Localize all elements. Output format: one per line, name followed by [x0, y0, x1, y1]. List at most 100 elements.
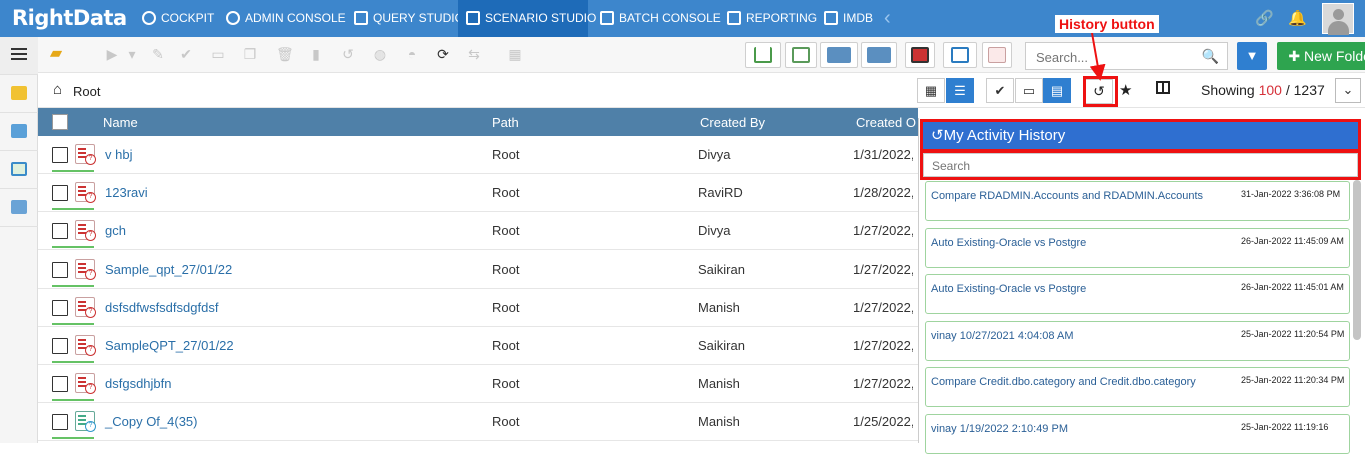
table-row[interactable]: v hbj Root Divya 1/31/2022, 6	[38, 136, 918, 174]
row-checkbox[interactable]	[52, 223, 68, 240]
row-checkbox[interactable]	[52, 185, 68, 202]
column-name[interactable]: Name	[103, 115, 138, 130]
screen-button[interactable]	[943, 42, 977, 68]
history-item-title[interactable]: Auto Existing-Oracle vs Postgre	[931, 237, 1231, 249]
row-checkbox[interactable]	[52, 147, 68, 163]
row-name-link[interactable]: dsfsdfwsfsdfsdgfdsf	[105, 300, 218, 315]
folder-view-button[interactable]: ▭	[1015, 78, 1043, 103]
sidebar-item-config[interactable]	[0, 189, 38, 227]
search-icon[interactable]: 🔍	[1202, 48, 1219, 65]
edit-icon[interactable]: ✎	[150, 46, 166, 62]
globe-icon[interactable]: ◍	[372, 46, 388, 62]
history-item[interactable]: Compare Credit.dbo.category and Credit.d…	[925, 367, 1350, 407]
checklist-button[interactable]	[785, 42, 817, 68]
table-row[interactable]: _Copy Of_4(35) Root Manish 1/25/2022, 1	[38, 403, 918, 442]
row-name-link[interactable]: SampleQPT_27/01/22	[105, 338, 234, 353]
history-item-title[interactable]: Compare RDADMIN.Accounts and RDADMIN.Acc…	[931, 190, 1231, 202]
report-button[interactable]	[905, 42, 935, 68]
detail-view-button[interactable]: ▤	[1043, 78, 1071, 103]
search-input[interactable]	[1034, 49, 1194, 66]
history-item-title[interactable]: Auto Existing-Oracle vs Postgre	[931, 283, 1231, 295]
history-item[interactable]: Compare RDADMIN.Accounts and RDADMIN.Acc…	[925, 181, 1350, 221]
sidebar-item-monitor[interactable]	[0, 151, 38, 189]
row-name-link[interactable]: v hbj	[105, 147, 132, 162]
row-checkbox[interactable]	[52, 338, 68, 354]
run-icon[interactable]: ▶	[104, 46, 120, 62]
avatar[interactable]	[1322, 3, 1354, 35]
expand-button[interactable]: ⌄	[1335, 78, 1361, 103]
share-icon[interactable]: ◓	[404, 46, 420, 62]
nav-imdb[interactable]: IMDB	[824, 0, 873, 37]
compare-db-button[interactable]	[820, 42, 858, 68]
sidebar-item-add-scenario[interactable]	[0, 113, 38, 151]
db-group-button[interactable]	[861, 42, 897, 68]
scheduler-button[interactable]	[745, 42, 781, 68]
nav-reporting[interactable]: REPORTING	[727, 0, 817, 37]
move-icon[interactable]: ▭	[210, 46, 226, 62]
chevron-left-icon[interactable]: ‹	[884, 8, 891, 28]
row-name-link[interactable]: Sample_qpt_27/01/22	[105, 262, 232, 277]
column-path[interactable]: Path	[492, 115, 519, 130]
row-checkbox[interactable]	[52, 376, 68, 393]
query-test-button[interactable]	[982, 42, 1012, 68]
table-row[interactable]: gch Root Divya 1/27/2022, 3	[38, 212, 918, 251]
row-checkbox[interactable]	[52, 261, 68, 278]
app-logo[interactable]: RightData	[12, 6, 127, 30]
row-checkbox[interactable]	[52, 299, 68, 316]
filter-button[interactable]: ▼	[1237, 42, 1267, 70]
row-name-link[interactable]: 123ravi	[105, 185, 148, 200]
history-scrollbar[interactable]	[1353, 180, 1361, 340]
run-dropdown-icon[interactable]: ▾	[124, 46, 140, 62]
list-view-button[interactable]: ☰	[946, 78, 974, 103]
new-folder-button[interactable]: ✚ New Folder	[1277, 42, 1365, 70]
nav-batch-console[interactable]: BATCH CONSOLE	[600, 0, 721, 37]
copy-icon[interactable]: ❐	[242, 46, 258, 62]
breadcrumb-root[interactable]: Root	[73, 84, 100, 99]
split-view-icon[interactable]	[1156, 81, 1170, 94]
column-created-by[interactable]: Created By	[700, 115, 765, 130]
delete-icon[interactable]: 🗑	[276, 46, 294, 62]
select-all-checkbox[interactable]	[52, 114, 68, 130]
table-row[interactable]: dsfsdfwsfsdfsdgfdsf Root Manish 1/27/2022, …	[38, 288, 918, 327]
history-search-input[interactable]	[930, 158, 1330, 174]
export-icon[interactable]: ▮	[308, 46, 324, 62]
menu-toggle[interactable]	[0, 37, 38, 75]
row-name-link[interactable]: _Copy Of_4(35)	[105, 414, 198, 429]
calendar-icon[interactable]: ▦	[504, 46, 526, 62]
table-row[interactable]: SampleQPT_27/01/22 Root Saikiran 1/27/2022,…	[38, 327, 918, 365]
history-item[interactable]: Auto Existing-Oracle vs Postgre 26-Jan-20…	[925, 227, 1350, 268]
row-created-by: Manish	[698, 414, 740, 430]
history-item-title[interactable]: Compare Credit.dbo.category and Credit.d…	[931, 376, 1231, 388]
row-name-link[interactable]: gch	[105, 223, 126, 238]
refresh-icon[interactable]: ⟳	[435, 46, 451, 62]
star-icon[interactable]: ★	[1119, 81, 1132, 99]
link-icon[interactable]: 🔗	[1255, 9, 1274, 27]
nav-scenario-studio[interactable]: SCENARIO STUDIO	[458, 0, 596, 37]
select-mode-button[interactable]: ✔	[986, 78, 1014, 103]
row-checkbox[interactable]	[52, 414, 68, 431]
sidebar-item-folders[interactable]	[0, 75, 38, 113]
bell-icon[interactable]: 🔔	[1288, 9, 1307, 27]
table-row[interactable]: Sample_qpt_27/01/22 Root Saikiran 1/27/2022…	[38, 250, 918, 289]
grid-icon: ▦	[924, 83, 938, 98]
table-row[interactable]: 123ravi Root RaviRD 1/28/2022, 1	[38, 174, 918, 213]
history-item[interactable]: Auto Existing-Oracle vs Postgre 26-Jan-20…	[925, 274, 1350, 314]
approve-icon[interactable]: ✔	[178, 46, 194, 62]
history-item-title[interactable]: vinay 10/27/2021 4:04:08 AM	[931, 330, 1231, 342]
row-name-link[interactable]: dsfgsdhjbfn	[105, 376, 172, 391]
swap-icon[interactable]: ⇆	[466, 46, 482, 62]
home-icon[interactable]: ⌂	[53, 81, 62, 98]
nav-admin-console[interactable]: ADMIN CONSOLE	[226, 0, 346, 37]
history-item[interactable]: vinay 10/27/2021 4:04:08 AM 25-Jan-2022 1…	[925, 320, 1350, 361]
table-row[interactable]: dsfgsdhjbfn Root Manish 1/27/2022, 1	[38, 365, 918, 404]
folder-tree-icon[interactable]: ▰	[48, 46, 64, 62]
grid-view-button[interactable]: ▦	[917, 78, 945, 103]
column-created-on[interactable]: Created O	[856, 115, 916, 130]
history-search[interactable]	[920, 150, 1361, 180]
nav-cockpit[interactable]: COCKPIT	[142, 0, 214, 37]
history-item[interactable]: vinay 1/19/2022 2:10:49 PM 25-Jan-2022 11…	[925, 413, 1350, 454]
search-box[interactable]: 🔍	[1025, 42, 1228, 70]
nav-query-studio[interactable]: QUERY STUDIO	[354, 0, 464, 37]
history-undo-icon[interactable]: ↺	[340, 46, 356, 62]
history-item-title[interactable]: vinay 1/19/2022 2:10:49 PM	[931, 423, 1231, 435]
